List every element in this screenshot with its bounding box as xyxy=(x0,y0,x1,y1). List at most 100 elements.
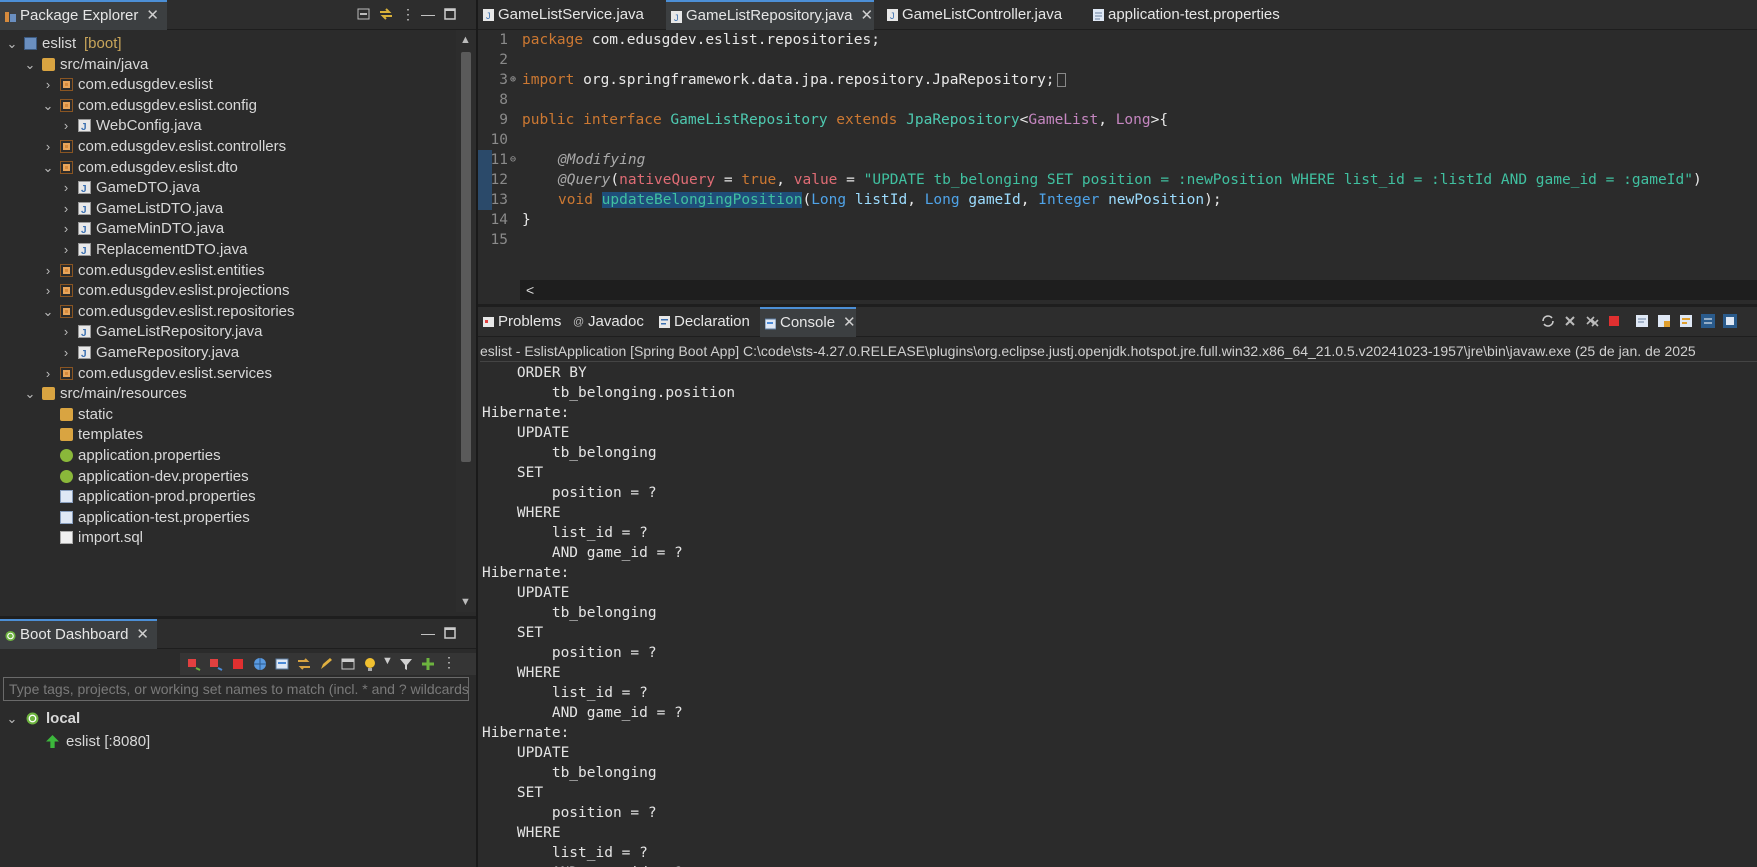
tree-item[interactable]: import.sql xyxy=(0,526,456,549)
fold-icon[interactable]: ⊖ xyxy=(510,150,516,170)
package-explorer-scrollbar[interactable]: ▲ ▼ xyxy=(456,30,476,612)
app-node[interactable]: eslist [:8080] xyxy=(0,730,456,753)
boot-filter-input[interactable]: Type tags, projects, or working set name… xyxy=(3,677,469,701)
chevron-down-icon[interactable]: ⌄ xyxy=(24,382,36,405)
close-icon[interactable]: ✕ xyxy=(146,7,159,24)
sync-icon[interactable] xyxy=(1540,313,1556,329)
tree-item[interactable]: application-test.properties xyxy=(0,506,456,529)
tree-item[interactable]: › com.edusgdev.eslist.services xyxy=(0,362,456,385)
tab-boot-dashboard[interactable]: Boot Dashboard ✕ xyxy=(0,619,157,649)
tab-gamelistcontroller[interactable]: J GameListController.java xyxy=(882,0,1082,30)
tree-item[interactable]: › WebConfig.java xyxy=(0,114,456,139)
minimize-icon[interactable]: — xyxy=(420,625,436,641)
console-icon[interactable] xyxy=(274,656,290,672)
tree-item[interactable]: ⌄ com.edusgdev.eslist.config xyxy=(0,94,456,117)
terminate-icon[interactable] xyxy=(1606,313,1622,329)
chevron-down-icon[interactable]: ⌄ xyxy=(24,53,36,76)
fold-icon[interactable]: ⊕ xyxy=(510,70,516,90)
restart-icon[interactable] xyxy=(186,656,202,672)
clear-console-icon[interactable] xyxy=(1634,313,1650,329)
scroll-lock-icon[interactable] xyxy=(1656,313,1672,329)
tree-item[interactable]: › GameRepository.java xyxy=(0,341,456,366)
chevron-right-icon[interactable]: › xyxy=(60,114,72,137)
tree-item[interactable]: › GameDTO.java xyxy=(0,176,456,201)
chevron-down-icon[interactable]: ⌄ xyxy=(6,32,18,55)
tree-item[interactable]: › ReplacementDTO.java xyxy=(0,238,456,263)
restart-debug-icon[interactable] xyxy=(208,656,224,672)
local-node[interactable]: ⌄ local xyxy=(0,707,456,730)
stop-icon[interactable] xyxy=(230,656,246,672)
tab-application-test-properties[interactable]: application-test.properties xyxy=(1088,0,1308,30)
scroll-down-icon[interactable]: ▼ xyxy=(460,596,471,608)
maximize-icon[interactable] xyxy=(442,6,458,22)
chevron-right-icon[interactable]: › xyxy=(42,259,54,282)
pin-console-icon[interactable] xyxy=(1700,313,1716,329)
minimize-icon[interactable]: — xyxy=(420,6,436,22)
tree-item[interactable]: ⌄ eslist [boot] xyxy=(0,32,456,55)
view-menu-icon[interactable]: ⋮ xyxy=(400,6,416,22)
tree-item[interactable]: application-dev.properties xyxy=(0,465,456,488)
chevron-right-icon[interactable]: › xyxy=(60,176,72,199)
chevron-down-icon[interactable]: ⌄ xyxy=(42,156,54,179)
scroll-left-icon[interactable]: < xyxy=(526,280,534,300)
chevron-right-icon[interactable]: › xyxy=(60,217,72,240)
tree-item[interactable]: ⌄ com.edusgdev.eslist.dto xyxy=(0,156,456,179)
console-output[interactable]: ORDER BY tb_belonging.position Hibernate:… xyxy=(482,363,1757,867)
link-icon[interactable] xyxy=(296,656,312,672)
tree-item[interactable]: › GameListRepository.java xyxy=(0,320,456,345)
edit-icon[interactable] xyxy=(318,656,334,672)
tab-problems[interactable]: Problems xyxy=(478,307,568,337)
tab-package-explorer[interactable]: Package Explorer ✕ xyxy=(0,0,167,30)
tree-item[interactable]: › com.edusgdev.eslist xyxy=(0,73,456,96)
properties-icon[interactable] xyxy=(340,656,356,672)
filter-icon[interactable] xyxy=(398,656,414,672)
chevron-right-icon[interactable]: › xyxy=(42,135,54,158)
chevron-down-icon[interactable]: ▼ xyxy=(382,655,393,667)
chevron-right-icon[interactable]: › xyxy=(42,279,54,302)
chevron-right-icon[interactable]: › xyxy=(60,320,72,343)
tree-item[interactable]: ⌄ src/main/resources xyxy=(0,382,456,405)
tree-item[interactable]: static xyxy=(0,403,456,426)
add-icon[interactable] xyxy=(420,656,436,672)
open-browser-icon[interactable] xyxy=(252,656,268,672)
tab-gamelistrepository[interactable]: J GameListRepository.java ✕ xyxy=(666,0,874,30)
remove-launch-icon[interactable] xyxy=(1562,313,1578,329)
close-icon[interactable]: ✕ xyxy=(136,626,149,643)
tree-item[interactable]: › com.edusgdev.eslist.projections xyxy=(0,279,456,302)
tree-item[interactable]: application.properties xyxy=(0,444,456,467)
maximize-icon[interactable] xyxy=(442,625,458,641)
scroll-up-icon[interactable]: ▲ xyxy=(460,34,471,46)
open-console-icon[interactable] xyxy=(1722,313,1738,329)
chevron-down-icon[interactable]: ⌄ xyxy=(6,707,18,730)
lightbulb-icon[interactable] xyxy=(362,656,378,672)
scrollbar-thumb[interactable] xyxy=(461,52,471,462)
tab-console[interactable]: Console ✕ xyxy=(760,307,856,337)
tree-item[interactable]: › GameMinDTO.java xyxy=(0,217,456,242)
chevron-down-icon[interactable]: ⌄ xyxy=(42,94,54,117)
link-with-editor-icon[interactable] xyxy=(378,6,394,22)
editor-horizontal-scrollbar[interactable]: < xyxy=(520,280,1757,300)
chevron-down-icon[interactable]: ⌄ xyxy=(42,300,54,323)
chevron-right-icon[interactable]: › xyxy=(42,362,54,385)
tab-gamelistservice[interactable]: J GameListService.java xyxy=(478,0,666,30)
tree-item[interactable]: ⌄ com.edusgdev.eslist.repositories xyxy=(0,300,456,323)
tree-item[interactable]: ⌄ src/main/java xyxy=(0,53,456,76)
word-wrap-icon[interactable] xyxy=(1678,313,1694,329)
view-menu-icon[interactable]: ⋮ xyxy=(442,654,456,671)
code-token[interactable]: updateBelongingPosition xyxy=(601,192,803,208)
close-icon[interactable]: ✕ xyxy=(860,7,873,24)
tree-item[interactable]: › com.edusgdev.eslist.controllers xyxy=(0,135,456,158)
tree-item[interactable]: › GameListDTO.java xyxy=(0,197,456,222)
remove-all-terminated-icon[interactable] xyxy=(1584,313,1600,329)
tree-item[interactable]: templates xyxy=(0,423,456,446)
chevron-right-icon[interactable]: › xyxy=(42,73,54,96)
tab-javadoc[interactable]: @ Javadoc xyxy=(568,307,648,337)
close-icon[interactable]: ✕ xyxy=(843,314,856,331)
collapse-all-icon[interactable] xyxy=(356,6,372,22)
folded-block-icon[interactable] xyxy=(1056,73,1066,87)
tree-item[interactable]: › com.edusgdev.eslist.entities xyxy=(0,259,456,282)
code-area[interactable]: 1 package com.edusgdev.eslist.repositorie… xyxy=(478,30,1757,280)
chevron-right-icon[interactable]: › xyxy=(60,238,72,261)
tab-declaration[interactable]: Declaration xyxy=(654,307,754,337)
chevron-right-icon[interactable]: › xyxy=(60,341,72,364)
